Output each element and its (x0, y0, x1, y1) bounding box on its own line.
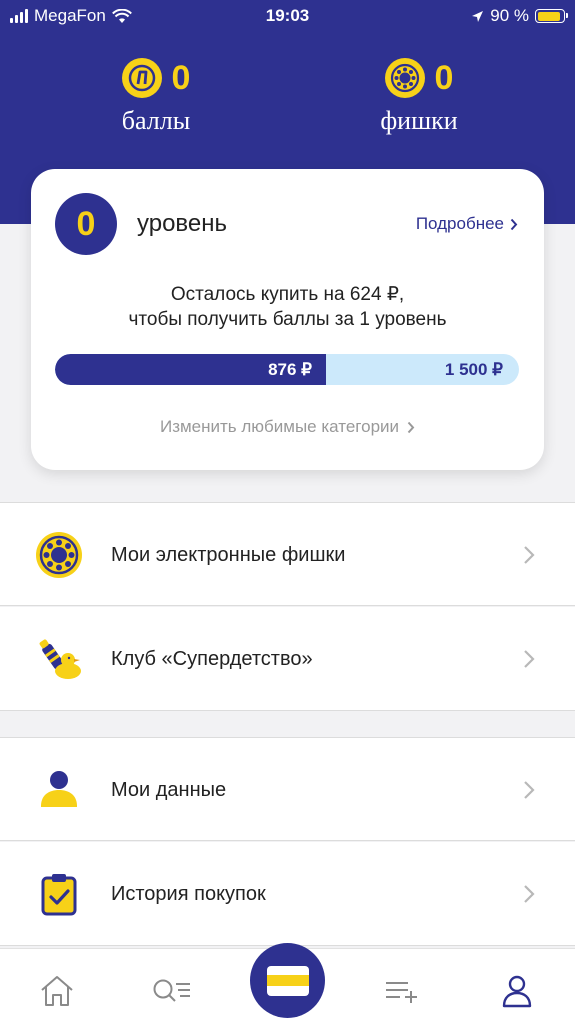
tab-search[interactable] (152, 971, 192, 1011)
chevron-right-icon (524, 546, 535, 564)
tab-profile[interactable] (497, 971, 537, 1011)
shopping-list-icon (386, 982, 417, 1003)
status-bar: MegaFon 19:03 90 % (0, 0, 575, 34)
menu-item-electronic-chips[interactable]: Мои электронные фишки (0, 502, 575, 606)
tab-home[interactable] (37, 971, 77, 1011)
chevron-right-icon (510, 218, 518, 230)
chevron-right-icon (407, 421, 415, 433)
chips-label: фишки (380, 106, 458, 135)
menu-item-label: Клуб «Супердетство» (111, 648, 313, 670)
level-progress-bar: 876 ₽ 1 500 ₽ (55, 354, 519, 385)
sun-chip-icon (33, 529, 85, 581)
chips-coin-icon (384, 58, 425, 98)
change-categories-label: Изменить любимые категории (159, 417, 400, 436)
points-balance[interactable]: 0 баллы (66, 58, 246, 136)
details-link-label: Подробнее (415, 214, 504, 233)
menu-item-my-data[interactable]: Мои данные (0, 737, 575, 841)
progress-target-amount: 1 500 ₽ (444, 360, 503, 379)
battery-fill (537, 11, 560, 21)
menu-item-purchase-history[interactable]: История покупок (0, 842, 575, 946)
user-icon (33, 764, 85, 816)
tab-shopping-list[interactable] (382, 971, 422, 1011)
points-label: баллы (121, 106, 191, 135)
menu-item-superchildhood-club[interactable]: Клуб «Супердетство» (0, 607, 575, 711)
tab-loyalty-card[interactable] (250, 943, 325, 1018)
location-arrow-icon (472, 10, 484, 22)
search-list-icon (153, 979, 190, 1002)
chips-value: 0 (434, 58, 454, 97)
battery-icon (535, 9, 568, 23)
points-coin-icon (121, 58, 162, 98)
remaining-text-line2: чтобы получить баллы за 1 уровень (128, 309, 447, 330)
progress-current-amount: 876 ₽ (268, 360, 312, 379)
details-link[interactable]: Подробнее (416, 214, 518, 234)
menu-item-label: История покупок (111, 883, 266, 905)
chevron-right-icon (524, 781, 535, 799)
level-title: уровень (137, 210, 228, 237)
chevron-right-icon (524, 650, 535, 668)
change-categories-link[interactable]: Изменить любимые категории (31, 417, 544, 437)
baby-bottle-duck-icon (33, 633, 85, 685)
home-icon (41, 976, 73, 1006)
points-value: 0 (171, 58, 191, 97)
level-badge: 0 (55, 193, 117, 255)
card-icon (266, 965, 309, 996)
chevron-right-icon (524, 885, 535, 903)
tab-bar (0, 943, 575, 1024)
level-card: 0 уровень Подробнее Осталось купить на 6… (31, 169, 544, 470)
chips-balance[interactable]: 0 фишки (329, 58, 509, 136)
clipboard-check-icon (33, 868, 85, 920)
remaining-text-line1: Осталось купить на 624 ₽, (170, 284, 405, 305)
menu-item-label: Мои электронные фишки (111, 544, 346, 566)
status-right: 90 % (471, 6, 568, 26)
battery-percent: 90 % (490, 6, 529, 25)
profile-icon (502, 975, 532, 1008)
menu-item-label: Мои данные (111, 779, 227, 801)
remaining-amount-text: Осталось купить на 624 ₽, чтобы получить… (31, 282, 544, 332)
